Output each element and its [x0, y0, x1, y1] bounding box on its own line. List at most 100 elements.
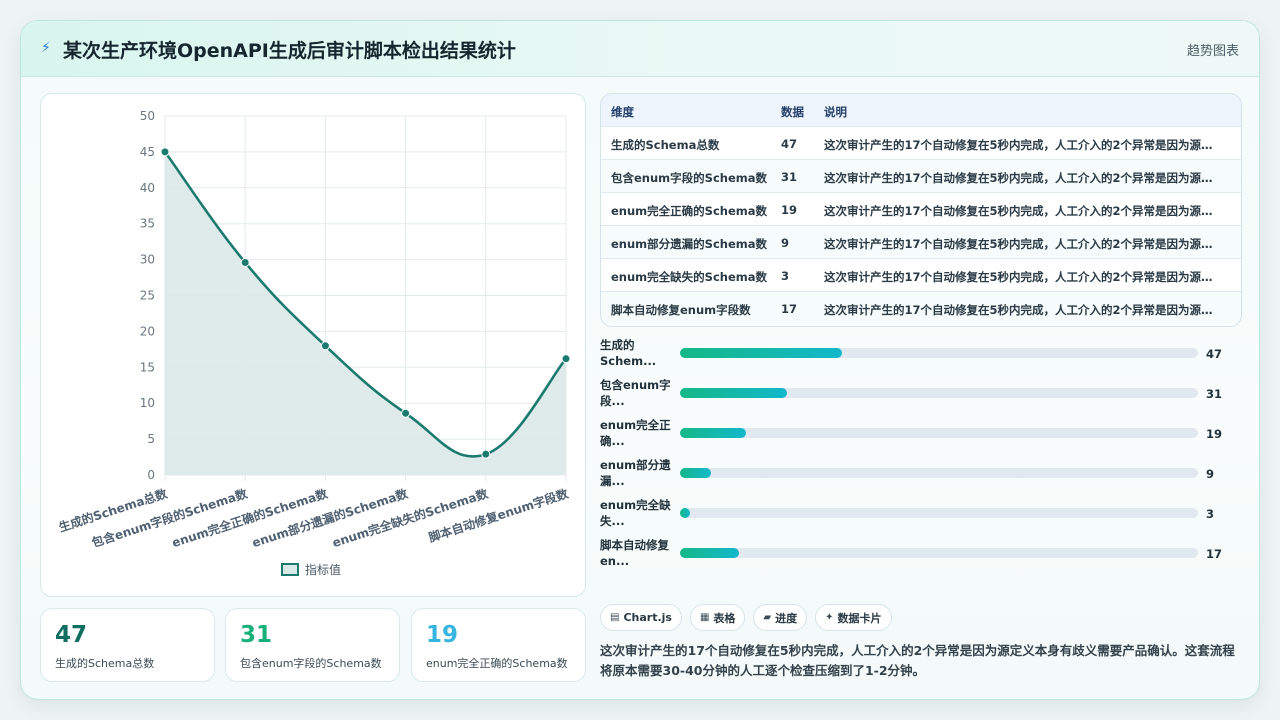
view-switcher: ▤ Chart.js ▦ 表格 ▰ 进度 ✦ 数据卡片	[600, 604, 892, 631]
legend-label: 指标值	[305, 563, 342, 577]
data-point	[160, 147, 170, 157]
progress-label: 脚本自动修复en...	[600, 538, 669, 568]
line-chart: 05101520253035404550生成的Schema总数包含enum字段的…	[57, 109, 571, 550]
table-cell: 3	[781, 269, 790, 283]
table-cell: 9	[781, 236, 790, 250]
progress-track	[680, 508, 1198, 518]
chip-label: Chart.js	[623, 611, 672, 624]
legend-swatch	[281, 563, 299, 576]
y-tick-label: 50	[140, 109, 155, 123]
y-tick-label: 10	[140, 396, 155, 410]
table-cell: 47	[781, 137, 798, 151]
summary-text: 这次审计产生的17个自动修复在5秒内完成，人工介入的2个异常是因为源定义本身有歧…	[600, 643, 1235, 678]
stat-label: enum完全正确的Schema数	[426, 657, 568, 670]
chip-chartjs[interactable]: ▤ Chart.js	[600, 604, 682, 631]
y-tick-label: 45	[140, 145, 155, 159]
progress-value: 47	[1206, 347, 1223, 361]
chip-label: 进度	[775, 611, 798, 625]
progress-row: 生成的Schem... 47	[600, 337, 1240, 373]
table-cell: 包含enum字段的Schema数	[611, 171, 767, 185]
table-header-cell[interactable]: 数据	[781, 104, 817, 120]
table-row[interactable]: enum完全缺失的Schema数 3 这次审计产生的17个自动修复在5秒内完成，…	[601, 258, 1241, 291]
progress-row: enum完全缺失... 3	[600, 497, 1240, 533]
data-point	[481, 449, 491, 459]
y-tick-label: 5	[147, 432, 155, 446]
progress-value: 17	[1206, 547, 1223, 561]
progress-fill	[680, 348, 843, 358]
progress-label: 包含enum字段...	[600, 378, 671, 408]
table-cell: enum完全正确的Schema数	[611, 204, 767, 218]
progress-row: 包含enum字段... 31	[600, 377, 1240, 413]
header: ⚡ 某次生产环境OpenAPI生成后审计脚本检出结果统计 趋势图表	[21, 21, 1259, 77]
progress-row: enum部分遗漏... 9	[600, 457, 1240, 493]
tab-trend-chart[interactable]: 趋势图表	[1187, 40, 1239, 59]
progress-label: enum部分遗漏...	[600, 458, 671, 488]
progress-track	[680, 468, 1198, 478]
stat-card: 47 生成的Schema总数	[40, 608, 215, 682]
table-cell: 这次审计产生的17个自动修复在5秒内完成，人工介入的2个异常是因为源定义本身有歧…	[824, 171, 1224, 185]
table-header-row: 维度 数据 说明	[601, 94, 1241, 126]
stat-label: 生成的Schema总数	[55, 657, 155, 670]
table-cell: 17	[781, 302, 798, 316]
page-title: 某次生产环境OpenAPI生成后审计脚本检出结果统计	[63, 40, 516, 62]
table-cell: 19	[781, 203, 798, 217]
data-point	[320, 341, 330, 351]
progress-row: enum完全正确... 19	[600, 417, 1240, 453]
data-point	[401, 408, 411, 418]
progress-value: 3	[1206, 507, 1215, 521]
chip-table[interactable]: ▦ 表格	[689, 604, 746, 631]
progress-value: 19	[1206, 427, 1223, 441]
progress-fill	[680, 548, 739, 558]
table-row[interactable]: 脚本自动修复enum字段数 17 这次审计产生的17个自动修复在5秒内完成，人工…	[601, 291, 1241, 324]
y-tick-label: 20	[140, 324, 155, 338]
x-tick-label: 脚本自动修复enum字段数	[427, 485, 571, 545]
table-cell: 这次审计产生的17个自动修复在5秒内完成，人工介入的2个异常是因为源定义本身有歧…	[824, 303, 1224, 317]
stat-value: 47	[55, 622, 88, 648]
table-icon: ▦	[699, 612, 710, 623]
progress-row: 脚本自动修复en... 17	[600, 537, 1240, 573]
progress-fill	[680, 428, 746, 438]
progress-label: 生成的Schem...	[600, 338, 657, 368]
table-cell: 这次审计产生的17个自动修复在5秒内完成，人工介入的2个异常是因为源定义本身有歧…	[824, 237, 1224, 251]
table-cell: 这次审计产生的17个自动修复在5秒内完成，人工介入的2个异常是因为源定义本身有歧…	[824, 138, 1224, 152]
table-header-cell[interactable]: 维度	[611, 104, 771, 120]
progress-label: enum完全正确...	[600, 418, 671, 448]
progress-value: 31	[1206, 387, 1223, 401]
table-row[interactable]: enum部分遗漏的Schema数 9 这次审计产生的17个自动修复在5秒内完成，…	[601, 225, 1241, 258]
progress-fill	[680, 508, 691, 518]
progress-track	[680, 348, 1198, 358]
line-chart-panel: 0 5 10 15 20 25 30 35 40 45 50 生成的Schema总数 包含enum字段的…	[40, 93, 586, 597]
table-cell: 脚本自动修复enum字段数	[611, 303, 751, 317]
progress-track	[680, 428, 1198, 438]
progress-fill	[680, 388, 788, 398]
y-tick-label: 25	[140, 289, 155, 303]
table-cell: 生成的Schema总数	[611, 138, 720, 152]
table-cell: enum完全缺失的Schema数	[611, 270, 767, 284]
table-cell: enum部分遗漏的Schema数	[611, 237, 767, 251]
table-row[interactable]: 生成的Schema总数 47 这次审计产生的17个自动修复在5秒内完成，人工介入…	[601, 126, 1241, 159]
y-tick-label: 15	[140, 360, 155, 374]
stat-value: 31	[240, 622, 273, 648]
stat-card: 31 包含enum字段的Schema数	[225, 608, 400, 682]
progress-track	[680, 388, 1198, 398]
sparkle-icon: ✦	[825, 612, 834, 623]
progress-label: enum完全缺失...	[600, 498, 671, 528]
table-cell: 这次审计产生的17个自动修复在5秒内完成，人工介入的2个异常是因为源定义本身有歧…	[824, 270, 1224, 284]
y-tick-label: 0	[147, 468, 155, 482]
series-area	[165, 151, 566, 475]
progress-fill	[680, 468, 712, 478]
table-row[interactable]: enum完全正确的Schema数 19 这次审计产生的17个自动修复在5秒内完成…	[601, 192, 1241, 225]
chip-progress[interactable]: ▰ 进度	[753, 604, 808, 631]
y-tick-label: 35	[140, 217, 155, 231]
table-header-cell[interactable]: 说明	[824, 104, 1224, 120]
progress-track	[680, 548, 1198, 558]
table-cell: 31	[781, 170, 798, 184]
table-row[interactable]: 包含enum字段的Schema数 31 这次审计产生的17个自动修复在5秒内完成…	[601, 159, 1241, 192]
data-point	[561, 354, 571, 364]
chip-data-cards[interactable]: ✦ 数据卡片	[815, 604, 892, 631]
chart-legend[interactable]: 指标值	[281, 561, 341, 578]
progress-icon: ▰	[763, 612, 772, 623]
stat-value: 19	[426, 622, 459, 648]
stat-card: 19 enum完全正确的Schema数	[411, 608, 586, 682]
lightning-icon: ⚡	[41, 40, 51, 56]
